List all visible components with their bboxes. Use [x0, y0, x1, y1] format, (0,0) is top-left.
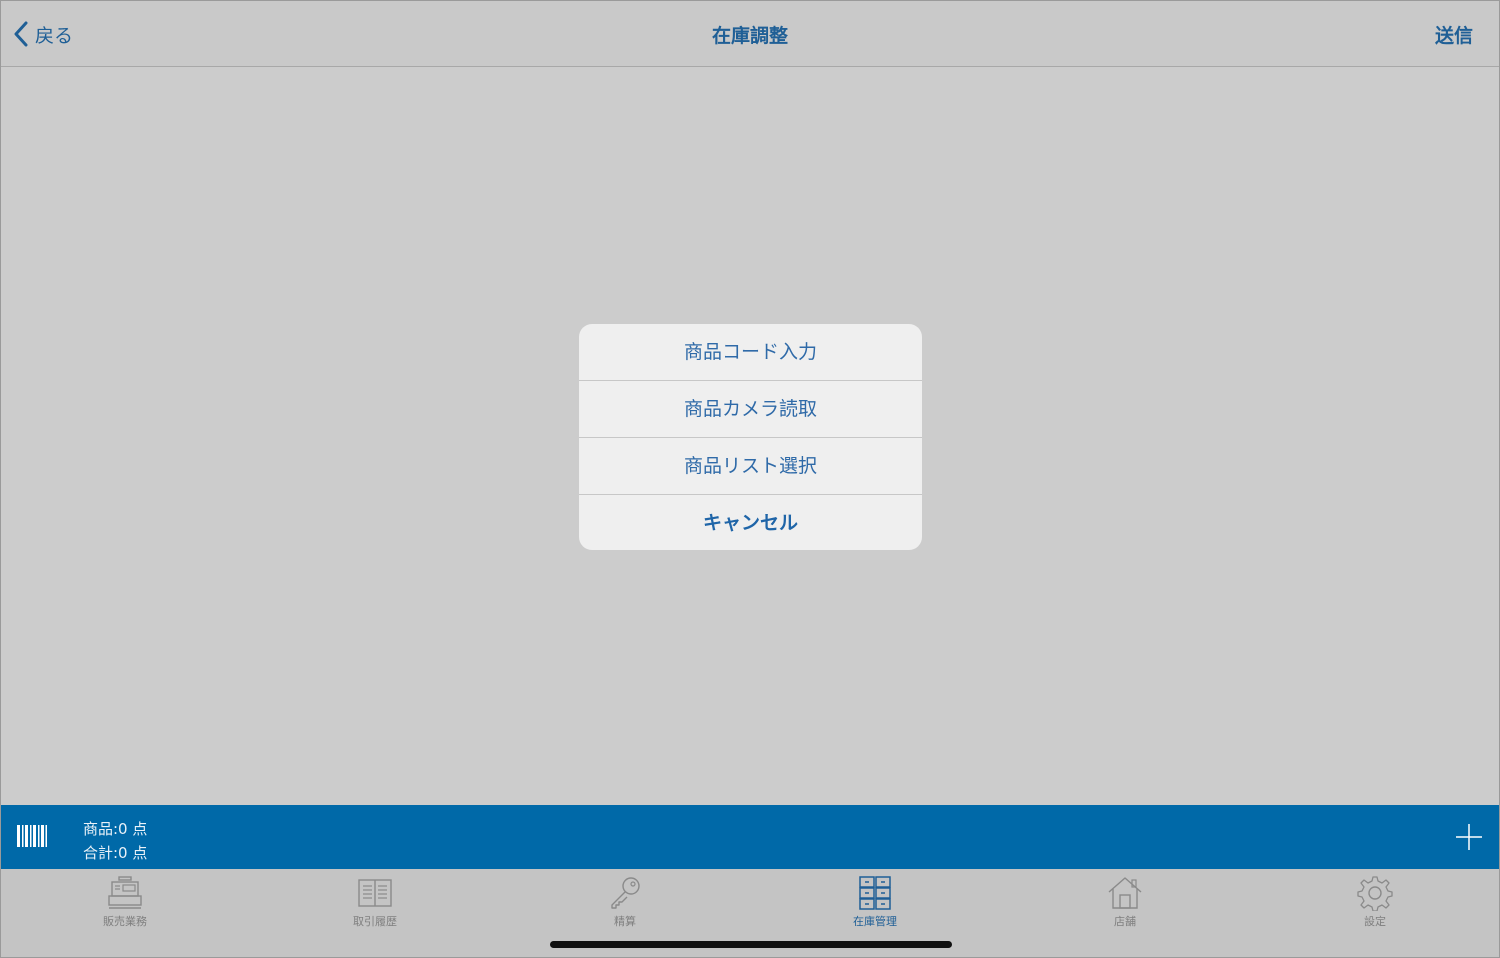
home-indicator[interactable]	[550, 941, 952, 948]
gear-icon	[1357, 876, 1393, 911]
tab-settings[interactable]: 設定	[1315, 875, 1435, 929]
tab-settlement[interactable]: 精算	[565, 875, 685, 929]
tab-history[interactable]: 取引履歴	[315, 875, 435, 929]
tab-label: 取引履歴	[353, 915, 397, 928]
store-icon	[1108, 877, 1142, 909]
enter-product-code-button[interactable]: 商品コード入力	[579, 324, 922, 381]
inventory-icon	[859, 876, 891, 910]
send-button[interactable]: 送信	[1435, 21, 1473, 48]
tab-label: 店舗	[1114, 915, 1136, 928]
tab-inventory[interactable]: 在庫管理	[815, 875, 935, 929]
register-icon	[108, 876, 142, 909]
tab-label: 設定	[1364, 915, 1386, 928]
item-counts: 商品:0 点 合計:0 点	[83, 817, 147, 865]
cancel-button[interactable]: キャンセル	[579, 495, 922, 550]
tab-sales[interactable]: 販売業務	[65, 875, 185, 929]
navigation-bar: 戻る 在庫調整 送信	[1, 1, 1499, 67]
total-count: 合計:0 点	[83, 844, 148, 862]
page-title: 在庫調整	[711, 25, 788, 47]
tab-label: 精算	[614, 915, 636, 928]
plus-icon[interactable]	[1455, 823, 1483, 851]
tab-store[interactable]: 店舗	[1065, 875, 1185, 929]
barcode-icon[interactable]	[17, 825, 47, 847]
action-sheet: 商品コード入力 商品カメラ読取 商品リスト選択 キャンセル	[579, 324, 922, 550]
tab-label: 在庫管理	[853, 915, 897, 928]
book-icon	[358, 879, 392, 907]
key-icon	[611, 877, 640, 909]
product-count: 商品:0 点	[83, 820, 148, 838]
item-count-bar: 商品:0 点 合計:0 点	[1, 805, 1499, 869]
app-frame: 戻る 在庫調整 送信 商品コード入力 商品カメラ読取 商品リスト選択 キャンセル…	[0, 0, 1500, 958]
tab-label: 販売業務	[103, 915, 147, 928]
select-product-list-button[interactable]: 商品リスト選択	[579, 438, 922, 495]
scan-product-camera-button[interactable]: 商品カメラ読取	[579, 381, 922, 438]
